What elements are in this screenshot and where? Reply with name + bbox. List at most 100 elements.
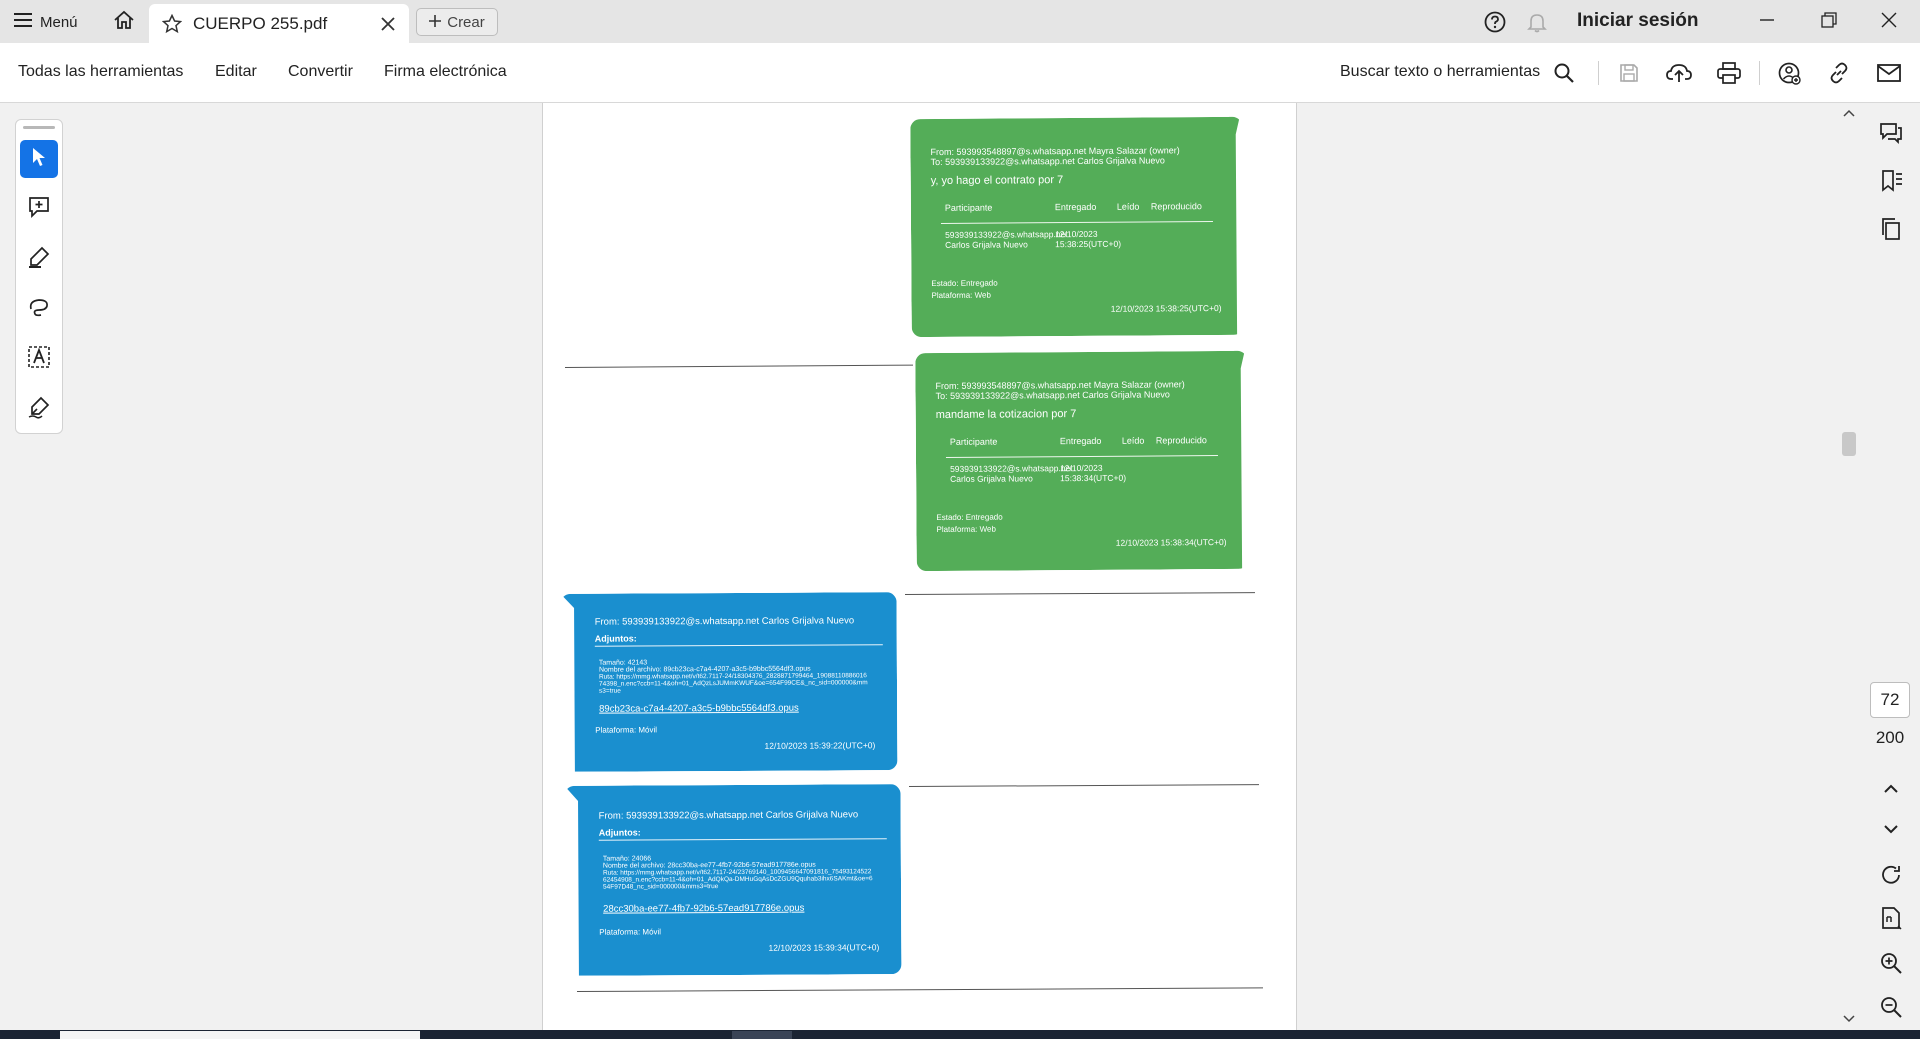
scrollbar-thumb[interactable] — [1842, 432, 1856, 456]
menu-all-tools[interactable]: Todas las herramientas — [18, 63, 183, 81]
menu-e-signature[interactable]: Firma electrónica — [384, 63, 507, 81]
fit-page-icon[interactable] — [1876, 903, 1906, 933]
mail-icon[interactable] — [1876, 60, 1902, 86]
pdf-page: From: 593993548897@s.whatsapp.net Mayra … — [542, 103, 1297, 1039]
menu-edit[interactable]: Editar — [215, 63, 257, 81]
title-bar: Menú CUERPO 255.pdf Crear Iniciar sesión — [0, 0, 1920, 43]
close-icon[interactable] — [377, 13, 399, 35]
save-icon[interactable] — [1616, 60, 1642, 86]
hamburger-icon — [14, 13, 32, 31]
col-read: Leído — [1121, 435, 1145, 446]
minimize-icon — [1759, 12, 1775, 33]
receipt-table-header: Participante Entregado Leído Reproducido — [945, 201, 1235, 213]
message-bubble: From: 593993548897@s.whatsapp.net Mayra … — [915, 351, 1249, 571]
message-from: From: 593939133922@s.whatsapp.net Carlos… — [598, 809, 859, 822]
star-icon[interactable] — [161, 13, 183, 35]
attachment-link[interactable]: 89cb23ca-c7a4-4207-a3c5-b9bbc5564df3.opu… — [599, 703, 799, 715]
next-page-icon[interactable] — [1876, 815, 1906, 845]
sign-tool-button[interactable] — [20, 390, 58, 428]
comment-add-icon — [27, 195, 51, 224]
freehand-icon — [27, 295, 51, 324]
search-icon[interactable] — [1551, 60, 1577, 86]
col-played: Reproducido — [1155, 435, 1207, 446]
cloud-upload-icon[interactable] — [1666, 60, 1692, 86]
message-status: Estado: Entregado — [936, 512, 1003, 523]
menu-button[interactable]: Menú — [14, 10, 78, 34]
attachment-path: Ruta: https://mmg.whatsapp.net/v/t62.711… — [598, 672, 868, 695]
home-button[interactable] — [110, 8, 138, 36]
share-icon[interactable] — [1776, 60, 1802, 86]
total-pages: 200 — [1875, 728, 1905, 747]
message-to: To: 593939133922@s.whatsapp.net Carlos G… — [930, 155, 1165, 168]
message-platform: Plataforma: Móvil — [599, 927, 662, 937]
col-played: Reproducido — [1150, 201, 1202, 212]
taskbar-active-app[interactable] — [732, 1031, 792, 1039]
signin-button[interactable]: Iniciar sesión — [1577, 10, 1698, 32]
home-icon — [113, 10, 135, 35]
message-bubble: From: 593993548897@s.whatsapp.net Mayra … — [910, 117, 1244, 337]
taskbar-search-box[interactable] — [60, 1031, 420, 1039]
attachment-link[interactable]: 28cc30ba-ee77-4fb7-92b6-57ead917786e.opu… — [603, 903, 804, 915]
text-box-icon — [27, 345, 51, 374]
pages-thumbnails-icon[interactable] — [1876, 214, 1906, 244]
print-icon[interactable] — [1716, 60, 1742, 86]
quick-tools-palette — [15, 119, 63, 434]
message-to: To: 593939133922@s.whatsapp.net Carlos G… — [935, 389, 1170, 402]
zoom-in-icon[interactable] — [1876, 948, 1906, 978]
message-bubble: From: 593939133922@s.whatsapp.net Carlos… — [561, 592, 898, 772]
message-bubble: From: 593939133922@s.whatsapp.net Carlos… — [565, 784, 902, 976]
message-body: y, yo hago el contrato por 7 — [930, 174, 1064, 188]
document-tab[interactable]: CUERPO 255.pdf — [149, 4, 409, 43]
scroll-down-icon[interactable] — [1843, 1011, 1855, 1029]
message-timestamp: 12/10/2023 15:39:22(UTC+0) — [764, 740, 876, 751]
bookmarks-icon[interactable] — [1876, 166, 1906, 196]
draw-tool-button[interactable] — [20, 290, 58, 328]
close-icon — [1881, 12, 1897, 33]
message-timestamp: 12/10/2023 15:39:34(UTC+0) — [768, 942, 880, 953]
menu-convert[interactable]: Convertir — [288, 63, 353, 81]
previous-page-icon[interactable] — [1876, 773, 1906, 803]
bell-icon[interactable] — [1526, 11, 1548, 33]
rotate-icon[interactable] — [1876, 860, 1906, 890]
text-tool-button[interactable] — [20, 340, 58, 378]
add-comment-button[interactable] — [20, 190, 58, 228]
search-tools-label[interactable]: Buscar texto o herramientas — [1340, 63, 1540, 81]
create-button[interactable]: Crear — [416, 8, 498, 36]
help-icon[interactable] — [1484, 11, 1506, 33]
close-window-button[interactable] — [1874, 7, 1904, 37]
highlighter-icon — [27, 245, 51, 274]
attachment-path: Ruta: https://mmg.whatsapp.net/v/t62.711… — [602, 868, 873, 891]
restore-icon — [1821, 11, 1837, 33]
col-participant: Participante — [949, 436, 998, 447]
separator-line — [904, 592, 1255, 595]
scroll-up-icon[interactable] — [1843, 105, 1855, 123]
select-tool-button[interactable] — [20, 140, 58, 178]
attachments-rule — [595, 644, 883, 647]
message-timestamp: 12/10/2023 15:38:34(UTC+0) — [1115, 536, 1227, 548]
table-rule — [946, 455, 1218, 458]
comments-icon[interactable] — [1876, 118, 1906, 148]
col-read: Leído — [1116, 201, 1140, 212]
attachments-label: Adjuntos: — [594, 633, 637, 644]
attachments-rule — [599, 838, 887, 841]
row-delivered: 12/10/2023 15:38:34(UTC+0) — [1060, 462, 1127, 483]
create-label: Crear — [447, 13, 485, 31]
highlight-tool-button[interactable] — [20, 240, 58, 278]
separator-line — [576, 987, 1263, 992]
receipt-table-header: Participante Entregado Leído Reproducido — [950, 435, 1240, 447]
palette-grip[interactable] — [23, 126, 55, 129]
col-delivered: Entregado — [1059, 435, 1102, 447]
table-rule — [941, 221, 1213, 224]
col-delivered: Entregado — [1054, 201, 1097, 213]
separator-line — [908, 784, 1259, 787]
current-page-input[interactable]: 72 — [1870, 682, 1910, 718]
zoom-out-icon[interactable] — [1876, 992, 1906, 1022]
message-platform: Plataforma: Web — [931, 290, 991, 301]
restore-button[interactable] — [1814, 7, 1844, 37]
cursor-icon — [30, 147, 48, 172]
message-timestamp: 12/10/2023 15:38:25(UTC+0) — [1110, 302, 1222, 314]
minimize-button[interactable] — [1752, 7, 1782, 37]
link-icon[interactable] — [1826, 60, 1852, 86]
vertical-scrollbar[interactable] — [1842, 103, 1856, 1023]
separator-line — [564, 364, 913, 368]
